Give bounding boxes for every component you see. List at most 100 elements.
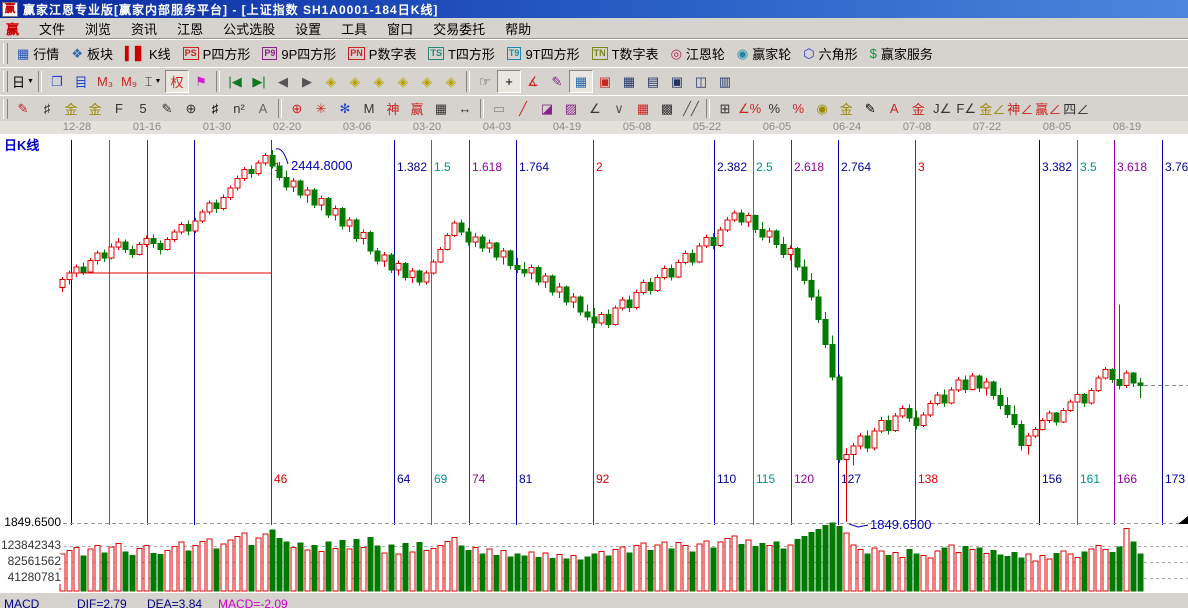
menu-item-6[interactable]: 工具 — [331, 19, 377, 38]
n2-grid-icon[interactable]: n² — [227, 97, 251, 120]
quotes-button[interactable]: ▦行情 — [11, 42, 65, 65]
shen-angle-icon[interactable]: 神∠ — [1006, 97, 1034, 120]
toolbar-grip[interactable] — [3, 43, 8, 65]
p-number-table-button[interactable]: PNP数字表 — [342, 42, 422, 65]
target-circle-icon[interactable]: ⊕ — [285, 97, 309, 120]
angle-draw-icon[interactable]: ∠ — [583, 97, 607, 120]
menu-item-4[interactable]: 公式选股 — [213, 19, 285, 38]
star-web-icon[interactable]: ✳ — [309, 97, 333, 120]
pan-hand-icon[interactable]: ☞ — [473, 70, 497, 93]
percent-line-icon[interactable]: % — [786, 97, 810, 120]
gold-level-icon[interactable]: 金 — [834, 97, 858, 120]
percent-icon[interactable]: % — [762, 97, 786, 120]
flag-mark-icon[interactable]: ⚑ — [189, 70, 213, 93]
grid-box2-icon[interactable]: ▩ — [655, 97, 679, 120]
notes-icon[interactable]: ▤ — [641, 70, 665, 93]
macd-pane-label[interactable]: MACD — [4, 597, 39, 608]
gann-shift-left-icon[interactable]: ◈ — [319, 70, 343, 93]
t-number-table-button[interactable]: TNT数字表 — [586, 42, 665, 65]
gold-angle-icon[interactable]: 金∠ — [978, 97, 1006, 120]
menu-item-5[interactable]: 设置 — [285, 19, 331, 38]
e-bars-icon[interactable]: ⊞ — [713, 97, 737, 120]
save-icon[interactable]: ▣ — [665, 70, 689, 93]
fan-lines-icon[interactable]: ╱ — [511, 97, 535, 120]
menu-item-2[interactable]: 资讯 — [121, 19, 167, 38]
gold-grid2-icon[interactable]: 金 — [83, 97, 107, 120]
f-grid-icon[interactable]: F — [107, 97, 131, 120]
sectors-button[interactable]: ❖板块 — [65, 42, 119, 65]
span-marker-icon[interactable]: ↔ — [453, 97, 477, 120]
dense-grid-icon[interactable]: ♯ — [203, 97, 227, 120]
menu-item-7[interactable]: 窗口 — [377, 19, 423, 38]
calculator-icon[interactable]: ▦ — [617, 70, 641, 93]
winner-service-button[interactable]: $赢家服务 — [864, 42, 939, 65]
info-panel-icon[interactable]: 目 — [69, 70, 93, 93]
gann-expand-icon[interactable]: ◈ — [415, 70, 439, 93]
box-tool-icon[interactable]: ▭ — [487, 97, 511, 120]
t9-square-button[interactable]: T99T四方形 — [501, 42, 586, 65]
toolbar-grip[interactable] — [3, 99, 8, 119]
pen-grid-icon[interactable]: ✎ — [155, 97, 179, 120]
gann-grid-icon[interactable]: ▦ — [569, 70, 593, 93]
parallel-lines-icon[interactable]: ╱╱ — [679, 97, 703, 120]
grid-box-icon[interactable]: ▦ — [631, 97, 655, 120]
gann-wheel-button[interactable]: ◎江恩轮 — [665, 42, 731, 65]
candle-style-selector[interactable]: ⌶▼ — [141, 70, 165, 93]
wave-9-icon[interactable]: M₉ — [117, 70, 141, 93]
draw-pen-icon[interactable]: ✎ — [545, 70, 569, 93]
five-grid-icon[interactable]: 5 — [131, 97, 155, 120]
gold-grid1-icon[interactable]: 金 — [59, 97, 83, 120]
first-bar-icon[interactable]: |◀ — [223, 70, 247, 93]
web-box-icon[interactable]: ▨ — [559, 97, 583, 120]
j-angle-icon[interactable]: J∠ — [930, 97, 954, 120]
crosshair-icon[interactable]: + — [497, 70, 521, 93]
next-bar-icon[interactable]: ▶ — [295, 70, 319, 93]
draw-pen2-icon[interactable]: ✎ — [11, 97, 35, 120]
f-angle-icon[interactable]: F∠ — [954, 97, 978, 120]
percent-slope-icon[interactable]: ∠% — [737, 97, 762, 120]
p-square-button[interactable]: PSP四方形 — [177, 42, 257, 65]
gann-narrow-icon[interactable]: ◈ — [391, 70, 415, 93]
fan-box-icon[interactable]: ◪ — [535, 97, 559, 120]
ink-pen-icon[interactable]: ✎ — [858, 97, 882, 120]
kline-chart-canvas[interactable]: 1461.382641.5691.618741.764812922.382110… — [0, 134, 1188, 592]
kline-button[interactable]: ▍▋K线 — [119, 42, 177, 65]
circle-grid-icon[interactable]: ⊕ — [179, 97, 203, 120]
ying-grid-icon[interactable]: 赢 — [405, 97, 429, 120]
menu-item-3[interactable]: 江恩 — [167, 19, 213, 38]
m-wave-icon[interactable]: M — [357, 97, 381, 120]
zoom-window-icon[interactable]: ❐ — [45, 70, 69, 93]
calendar-icon[interactable]: ▣ — [593, 70, 617, 93]
gann-shift-right-icon[interactable]: ◈ — [343, 70, 367, 93]
a-pen-icon[interactable]: A — [251, 97, 275, 120]
print-icon[interactable]: ▥ — [713, 70, 737, 93]
gold-level2-icon[interactable]: 金 — [906, 97, 930, 120]
save-web-icon[interactable]: ◫ — [689, 70, 713, 93]
restore-rights-icon[interactable]: 权 — [165, 70, 189, 93]
menu-item-1[interactable]: 浏览 — [75, 19, 121, 38]
hexagon-button[interactable]: ⬡六角形 — [797, 42, 863, 65]
winner-wheel-button[interactable]: ◉赢家轮 — [731, 42, 797, 65]
si-angle-icon[interactable]: 四∠ — [1062, 97, 1090, 120]
angle-measure-icon[interactable]: ∡ — [521, 70, 545, 93]
blue-web-icon[interactable]: ✻ — [333, 97, 357, 120]
period-day-selector-dropdown-arrow[interactable]: ▼ — [27, 78, 34, 85]
ying-angle-icon[interactable]: 赢∠ — [1034, 97, 1062, 120]
chart-area[interactable]: 日K线 1849.6500 123842343 82561562 4128078… — [0, 134, 1188, 592]
wave-3-icon[interactable]: M₃ — [93, 70, 117, 93]
menu-item-8[interactable]: 交易委托 — [423, 19, 495, 38]
menu-item-0[interactable]: 文件 — [29, 19, 75, 38]
a-level-icon[interactable]: A — [882, 97, 906, 120]
t-square-button[interactable]: TST四方形 — [422, 42, 500, 65]
toolbar-grip[interactable] — [3, 71, 8, 93]
menu-item-9[interactable]: 帮助 — [495, 19, 541, 38]
grid-hash-icon[interactable]: ♯ — [35, 97, 59, 120]
num-grid-icon[interactable]: ▦ — [429, 97, 453, 120]
v-lines-icon[interactable]: ∨ — [607, 97, 631, 120]
gann-widen-icon[interactable]: ◈ — [367, 70, 391, 93]
gold-circle-icon[interactable]: ◉ — [810, 97, 834, 120]
p9-square-button[interactable]: P99P四方形 — [256, 42, 342, 65]
shen-grid-icon[interactable]: 神 — [381, 97, 405, 120]
prev-bar-icon[interactable]: ◀ — [271, 70, 295, 93]
period-day-selector[interactable]: 日▼ — [11, 70, 35, 93]
